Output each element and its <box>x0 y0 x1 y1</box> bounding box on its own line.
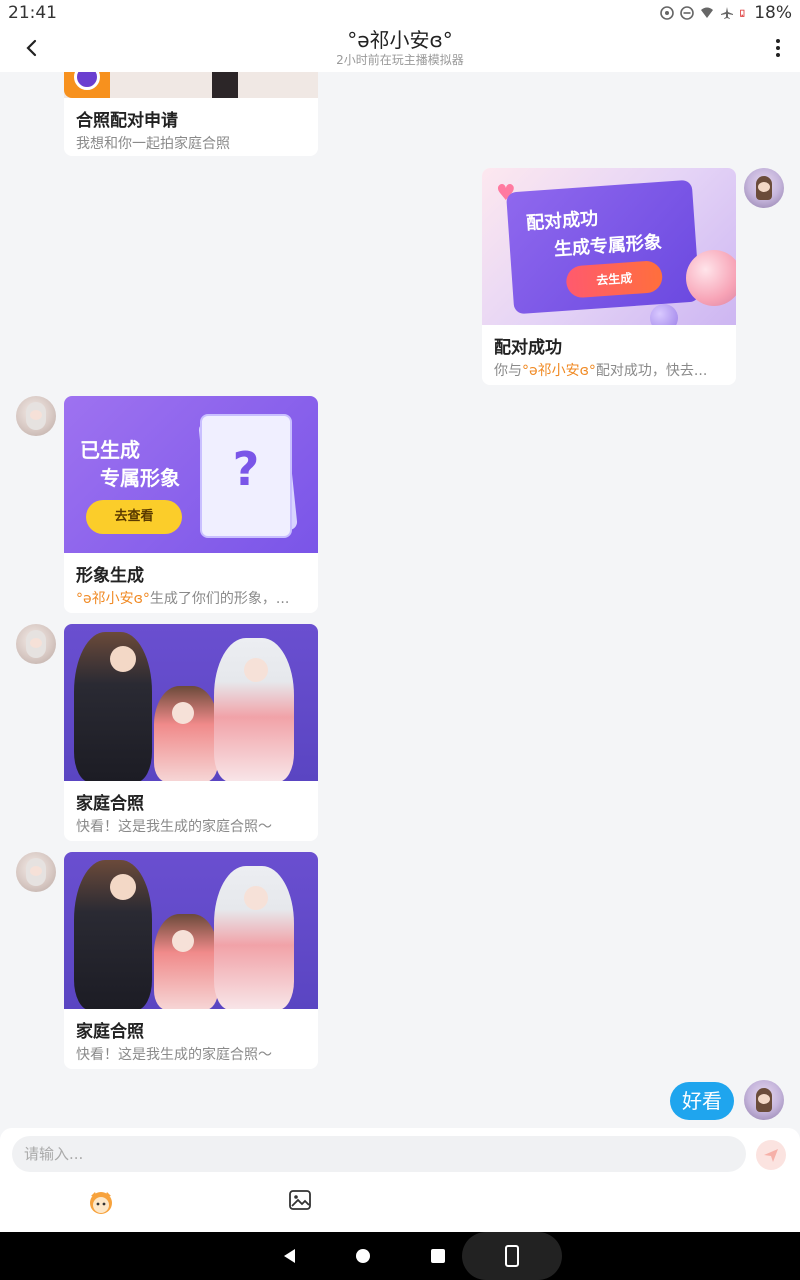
figure-pink-small <box>154 686 218 781</box>
partner-avatar[interactable] <box>16 852 56 892</box>
phone-icon <box>505 1245 519 1267</box>
system-nav-bar <box>0 1232 800 1280</box>
nav-screen-pill[interactable] <box>462 1232 562 1280</box>
mascot-emoji-icon[interactable] <box>86 1188 116 1216</box>
pair-panel: 配对成功 生成专属形象 去生成 <box>505 179 701 315</box>
back-icon[interactable] <box>18 34 46 62</box>
nav-recent-icon[interactable] <box>431 1249 445 1263</box>
desc-suffix: 配对成功，快去... <box>595 363 708 379</box>
card-desc: 你与°ə祁小安ɞ°配对成功，快去... <box>482 359 736 381</box>
pair-image-line1: 配对成功 <box>525 208 599 235</box>
input-bar <box>0 1128 800 1232</box>
card-title: 合照配对申请 <box>76 111 178 131</box>
go-view-button[interactable]: 去查看 <box>86 500 182 534</box>
go-generate-button[interactable]: 去生成 <box>565 259 664 299</box>
sync-icon <box>660 6 675 20</box>
status-icons: 18% <box>660 3 792 23</box>
nav-back-icon[interactable] <box>280 1246 300 1266</box>
pair-success-card[interactable]: ♥ 配对成功 生成专属形象 去生成 配对成功 你与°ə祁小安ɞ°配对成功，快去.… <box>482 168 736 385</box>
more-vertical-icon[interactable] <box>770 36 786 60</box>
desc-name: °ə祁小安ɞ° <box>76 591 150 607</box>
avatar-generated-image: 已生成 专属形象 去查看 ? <box>64 396 318 553</box>
avatar-generated-card[interactable]: 已生成 专属形象 去查看 ? 形象生成 °ə祁小安ɞ°生成了你们的形象，... <box>64 396 318 613</box>
status-time: 21:41 <box>8 3 57 23</box>
my-avatar[interactable] <box>744 168 784 208</box>
gen-image-line1: 已生成 <box>80 438 140 462</box>
card-title: 家庭合照 <box>76 1022 144 1042</box>
pair-request-card[interactable]: 合照配对申请 我想和你一起拍家庭合照 <box>64 72 318 156</box>
dnd-icon <box>680 6 695 20</box>
image-icon[interactable] <box>288 1188 312 1212</box>
card-desc: °ə祁小安ɞ°生成了你们的形象，... <box>64 587 318 609</box>
family-photo-image <box>64 624 318 781</box>
text-bubble[interactable]: 好看 <box>670 1082 734 1120</box>
title-wrap: °ə祁小安ɞ° 2小时前在玩主播模拟器 <box>200 26 600 68</box>
desc-suffix: 生成了你们的形象，... <box>149 591 290 607</box>
family-photo-image <box>64 852 318 1009</box>
chat-subtitle: 2小时前在玩主播模拟器 <box>336 53 464 67</box>
pair-image-line2: 生成专属形象 <box>553 231 663 261</box>
airplane-icon <box>721 7 734 19</box>
status-bar: 21:41 18% <box>0 0 800 26</box>
family-photo-card[interactable]: 家庭合照 快看！这是我生成的家庭合照～ <box>64 624 318 841</box>
card-desc: 我想和你一起拍家庭合照 <box>76 136 230 152</box>
partner-avatar[interactable] <box>16 396 56 436</box>
card-desc: 快看！这是我生成的家庭合照～ <box>76 819 272 835</box>
card-front-decoration: ? <box>200 414 292 538</box>
nav-home-icon[interactable] <box>356 1249 370 1263</box>
family-photo-card[interactable]: 家庭合照 快看！这是我生成的家庭合照～ <box>64 852 318 1069</box>
desc-name: °ə祁小安ɞ° <box>522 363 596 379</box>
send-button[interactable] <box>756 1140 786 1170</box>
battery-icon <box>740 9 745 17</box>
my-avatar[interactable] <box>744 1080 784 1120</box>
card-desc: 快看！这是我生成的家庭合照～ <box>76 1047 272 1063</box>
chat-title: °ə祁小安ɞ° <box>347 28 453 52</box>
chat-area[interactable]: 合照配对申请 我想和你一起拍家庭合照 ♥ 配对成功 生成专属形象 去生成 配对成… <box>0 72 800 1128</box>
card-title: 形象生成 <box>76 566 144 586</box>
planet-decoration <box>686 250 736 306</box>
chat-header: °ə祁小安ɞ° 2小时前在玩主播模拟器 <box>0 26 800 72</box>
pair-request-image <box>64 72 318 98</box>
card-title: 配对成功 <box>494 338 562 358</box>
question-mark-icon: ? <box>232 442 260 496</box>
send-icon <box>764 1149 778 1162</box>
battery-percent: 18% <box>754 3 792 23</box>
gen-image-line2: 专属形象 <box>100 466 180 490</box>
planet-small-decoration <box>650 304 678 325</box>
figure-pink-small <box>154 914 218 1009</box>
desc-prefix: 你与 <box>494 363 522 379</box>
partner-avatar[interactable] <box>16 624 56 664</box>
message-input[interactable] <box>12 1136 746 1172</box>
wifi-icon <box>701 7 714 18</box>
pair-success-image: ♥ 配对成功 生成专属形象 去生成 <box>482 168 736 325</box>
card-title: 家庭合照 <box>76 794 144 814</box>
